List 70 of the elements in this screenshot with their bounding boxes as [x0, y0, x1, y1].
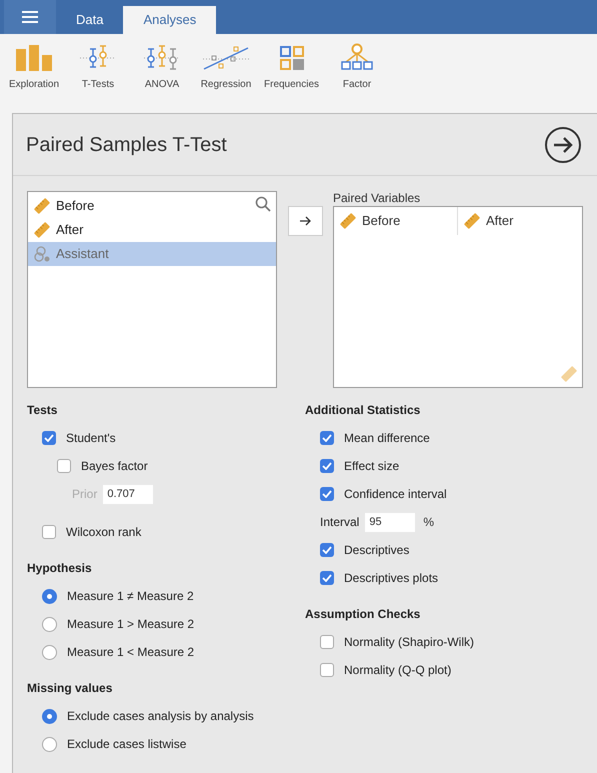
option-label: Measure 1 > Measure 2: [67, 616, 194, 633]
option-label: Descriptives plots: [344, 570, 438, 587]
menu-icon: [22, 11, 38, 23]
checkbox[interactable]: [320, 571, 334, 585]
tab[interactable]: Data: [56, 6, 124, 34]
checkbox[interactable]: [42, 431, 56, 445]
nominal-variable-icon: [33, 245, 51, 263]
checkbox[interactable]: [320, 543, 334, 557]
section-heading: Missing values: [27, 680, 114, 697]
section-heading: Additional Statistics: [305, 402, 422, 419]
option-label: Descriptives: [344, 542, 410, 559]
tab[interactable]: Analyses: [123, 6, 216, 34]
checkbox[interactable]: [320, 431, 334, 445]
variable-item[interactable]: After: [458, 207, 582, 235]
variable-name: After: [56, 221, 84, 240]
move-button[interactable]: [288, 206, 323, 236]
checkbox[interactable]: [320, 487, 334, 501]
hierarchy-icon: [340, 43, 374, 71]
checkbox[interactable]: [57, 459, 71, 473]
option-label: Normality (Q-Q plot): [344, 662, 452, 679]
bar-chart-icon: [14, 45, 54, 71]
arrow-right-icon: [300, 216, 312, 226]
variable-item[interactable]: After: [28, 218, 276, 242]
field-label: Interval: [320, 514, 360, 531]
radio-button[interactable]: [42, 708, 57, 724]
section-heading: Hypothesis: [27, 560, 93, 577]
toolbar-button[interactable]: Regression: [198, 45, 254, 92]
option-label: Measure 1 < Measure 2: [67, 644, 194, 661]
input-field[interactable]: 95: [365, 512, 416, 532]
field-label: Prior: [72, 486, 98, 503]
option-label: Normality (Shapiro-Wilk): [344, 634, 474, 651]
toolbar-button[interactable]: Exploration: [6, 45, 62, 92]
toolbar-button[interactable]: Factor: [329, 43, 386, 92]
radio-button[interactable]: [42, 644, 57, 660]
box-label: Paired Variables: [333, 191, 422, 206]
radio-button[interactable]: [42, 616, 57, 632]
arrow-circle-button[interactable]: [544, 126, 582, 164]
option-label: Exclude cases analysis by analysis: [67, 708, 254, 725]
checkbox[interactable]: [42, 525, 56, 539]
option-label: Student's: [66, 430, 116, 447]
variable-item[interactable]: Before: [334, 207, 458, 235]
option-label: Measure 1 ≠ Measure 2: [67, 588, 194, 605]
option-label: Mean difference: [344, 430, 430, 447]
option-label: Wilcoxon rank: [66, 524, 142, 541]
checkbox[interactable]: [320, 459, 334, 473]
toolbar-button[interactable]: T-Tests: [70, 45, 126, 92]
option-label: Bayes factor: [81, 458, 148, 475]
analysis-title: Paired Samples T-Test: [26, 132, 227, 158]
unit-label: %: [423, 514, 434, 531]
option-label: Exclude cases listwise: [67, 736, 186, 753]
checkbox[interactable]: [320, 663, 334, 677]
radio-button[interactable]: [42, 736, 57, 752]
toolbar-button[interactable]: Frequencies: [262, 45, 322, 92]
scatter-plot-icon: [201, 45, 251, 71]
option-label: Confidence interval: [344, 486, 447, 503]
search-icon[interactable]: [255, 196, 271, 212]
arrow-circle-icon: [544, 126, 582, 164]
section-heading: Assumption Checks: [305, 606, 422, 623]
section-heading: Tests: [27, 402, 58, 419]
checkbox[interactable]: [320, 635, 334, 649]
variable-item[interactable]: Before: [28, 194, 276, 218]
variable-name: After: [486, 212, 514, 230]
variable-name: Before: [56, 197, 94, 216]
variable-name: Assistant: [56, 245, 109, 264]
variable-name: Before: [362, 212, 400, 230]
grid-squares-icon: [278, 45, 305, 71]
radio-button[interactable]: [42, 588, 57, 604]
toolbar-button[interactable]: ANOVA: [134, 45, 190, 92]
option-label: Effect size: [344, 458, 400, 475]
menu-button[interactable]: [4, 0, 56, 34]
